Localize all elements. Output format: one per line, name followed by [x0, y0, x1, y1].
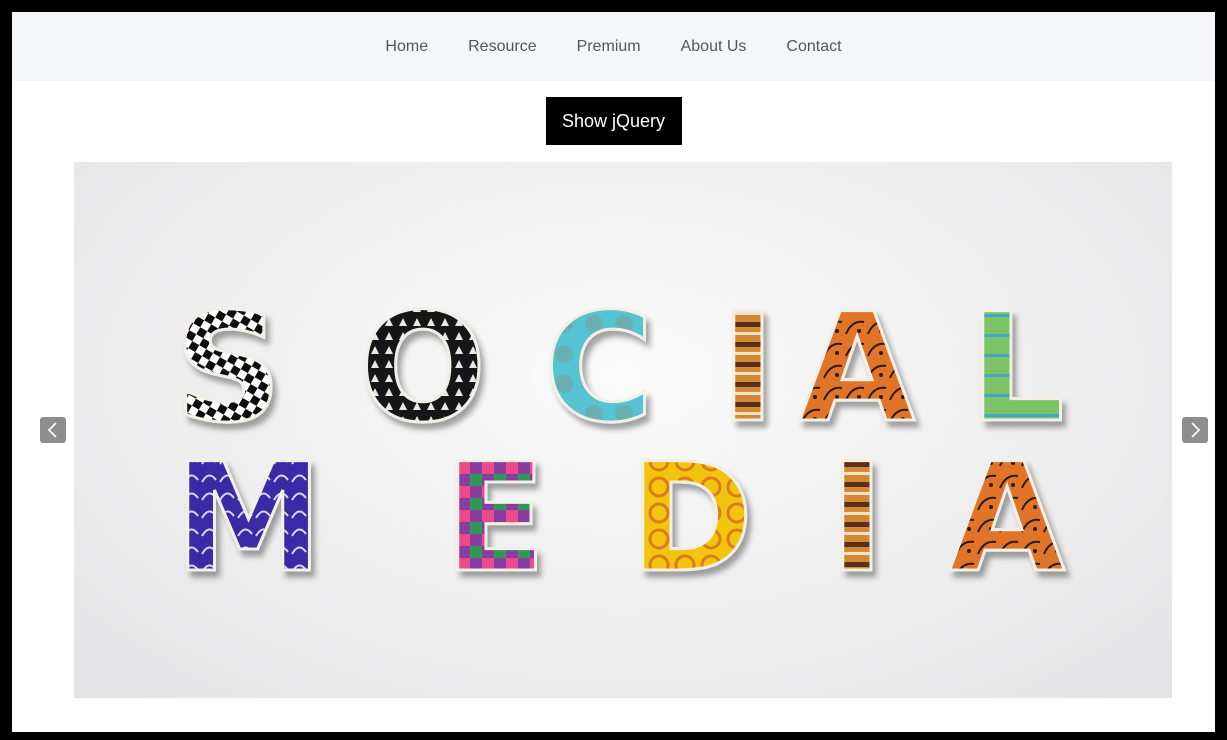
nav-contact[interactable]: Contact: [786, 38, 841, 56]
letter-i-bottom: I: [829, 432, 885, 606]
chevron-right-icon: [1191, 422, 1201, 438]
letter-d: D: [629, 432, 754, 606]
nav-about-us[interactable]: About Us: [681, 38, 747, 56]
letter-e: E: [444, 432, 546, 606]
letter-l: L: [969, 282, 1065, 456]
slider-prev-button[interactable]: [40, 417, 66, 443]
button-row: Show jQuery: [12, 97, 1215, 145]
letter-m: M: [174, 432, 323, 606]
letter-i-top: I: [720, 282, 776, 456]
letter-a-bottom: A: [949, 432, 1065, 606]
top-navbar: Home Resource Premium About Us Contact: [12, 12, 1215, 81]
social-media-letters-image: S O C I A L M E D I A: [173, 281, 1067, 608]
letter-a-top: A: [799, 282, 915, 456]
slider-image: S O C I A L M E D I A: [74, 162, 1172, 698]
letter-s: S: [174, 282, 282, 456]
page-frame: Home Resource Premium About Us Contact S…: [12, 12, 1215, 732]
letter-o: O: [359, 282, 487, 456]
nav-premium[interactable]: Premium: [577, 38, 641, 56]
show-jquery-button[interactable]: Show jQuery: [545, 97, 682, 145]
letter-c: C: [544, 282, 654, 456]
nav-resource[interactable]: Resource: [468, 38, 536, 56]
nav-home[interactable]: Home: [385, 38, 428, 56]
slider-next-button[interactable]: [1182, 417, 1208, 443]
chevron-left-icon: [47, 422, 57, 438]
